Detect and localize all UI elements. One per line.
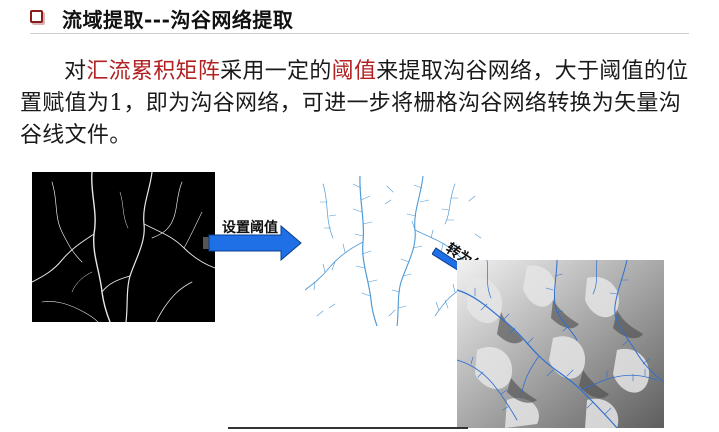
body-text-2: 采用一定的	[220, 59, 332, 84]
vector-stream-image	[457, 260, 664, 428]
highlight-flow-accumulation: 汇流累积矩阵	[86, 59, 221, 84]
square-bullet-icon	[30, 10, 43, 23]
slide: 流域提取---沟谷网络提取 对汇流累积矩阵采用一定的阈值来提取沟谷网络，大于阈值…	[0, 0, 719, 432]
arrow1-label: 设置阈值	[222, 220, 278, 236]
body-text-1: 对	[64, 59, 87, 84]
slide-title: 流域提取---沟谷网络提取	[62, 8, 294, 32]
body-paragraph: 对汇流累积矩阵采用一定的阈值来提取沟谷网络，大于阈值的位置赋值为1，即为沟谷网络…	[20, 56, 696, 152]
bottom-divider	[228, 427, 468, 429]
flow-accumulation-image	[32, 172, 215, 322]
highlight-threshold: 阈值	[331, 59, 377, 84]
title-divider	[30, 33, 689, 34]
